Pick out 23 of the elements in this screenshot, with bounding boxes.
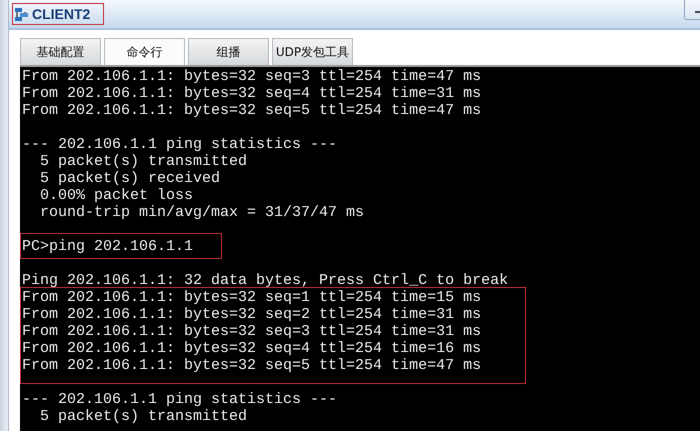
- window-title: CLIENT2: [32, 6, 90, 22]
- network-icon: [14, 6, 29, 22]
- terminal-line: From 202.106.1.1: bytes=32 seq=3 ttl=254 time=47 ms: [22, 68, 482, 85]
- tab[interactable]: 基础配置: [20, 38, 101, 65]
- tab[interactable]: 组播: [188, 38, 269, 65]
- terminal-line: From 202.106.1.1: bytes=32 seq=3 ttl=254 time=31 ms: [22, 323, 482, 340]
- terminal-line: --- 202.106.1.1 ping statistics ---: [22, 391, 338, 408]
- tab[interactable]: UDP发包工具: [272, 38, 353, 65]
- terminal-line: 5 packet(s) received: [39, 170, 220, 187]
- terminal-line: From 202.106.1.1: bytes=32 seq=2 ttl=254 time=31 ms: [22, 306, 482, 323]
- terminal-line: From 202.106.1.1: bytes=32 seq=1 ttl=254 time=15 ms: [22, 289, 482, 306]
- terminal-line: --- 202.106.1.1 ping statistics ---: [22, 136, 338, 153]
- terminal-line: round-trip min/avg/max = 31/37/47 ms: [39, 204, 364, 221]
- terminal-line: Ping 202.106.1.1: 32 data bytes, Press Ctrl_C to break: [22, 272, 508, 289]
- terminal-line: From 202.106.1.1: bytes=32 seq=5 ttl=254 time=47 ms: [22, 357, 482, 374]
- terminal-line: From 202.106.1.1: bytes=32 seq=5 ttl=254 time=47 ms: [22, 102, 482, 119]
- terminal-line: 5 packet(s) transmitted: [39, 153, 248, 170]
- tab[interactable]: 命令行: [104, 38, 185, 65]
- terminal-line: PC>ping 202.106.1.1: [22, 238, 194, 255]
- terminal-line: 5 packet(s) transmitted: [39, 408, 248, 425]
- terminal-line: From 202.106.1.1: bytes=32 seq=4 ttl=254 time=16 ms: [22, 340, 482, 357]
- terminal-line: From 202.106.1.1: bytes=32 seq=4 ttl=254 time=31 ms: [22, 85, 482, 102]
- terminal-line: 0.00% packet loss: [39, 187, 194, 204]
